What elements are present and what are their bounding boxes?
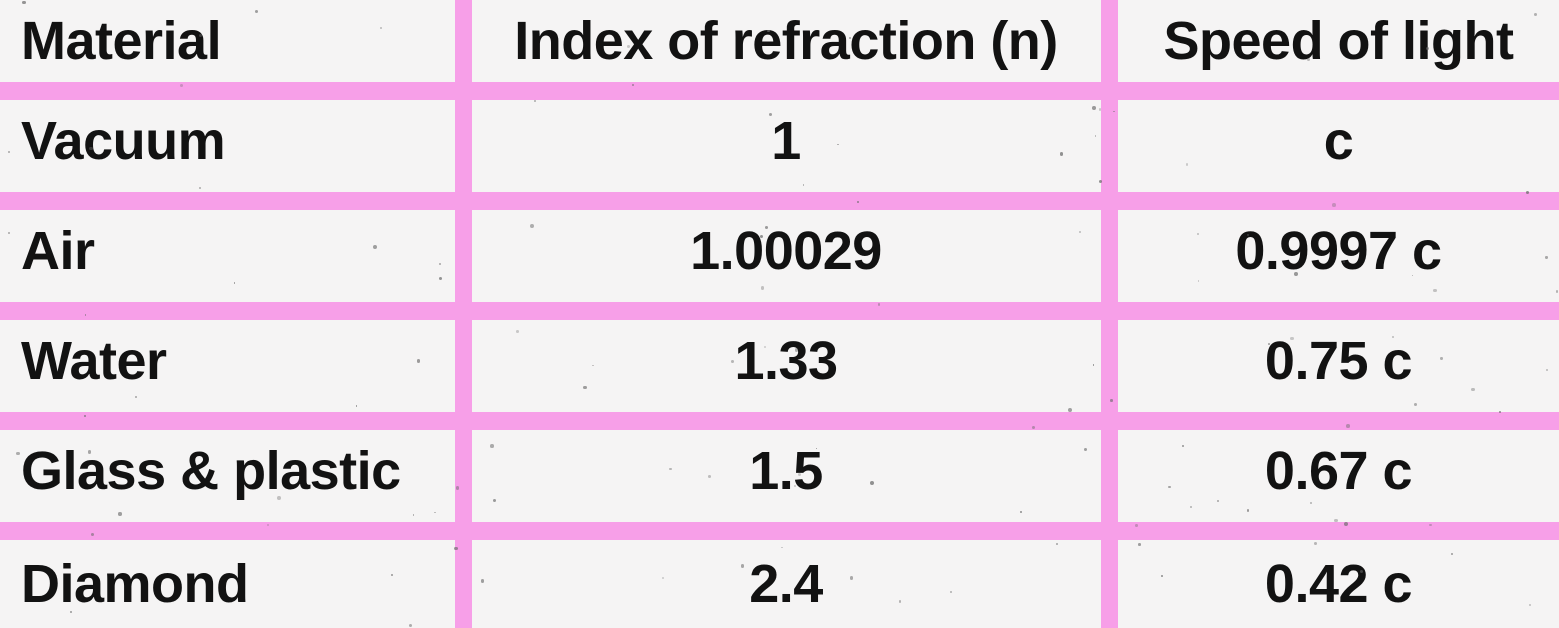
cell-index-of-refraction: 2.4 xyxy=(749,554,823,614)
cell-speed-of-light: 0.67 c xyxy=(1264,441,1413,501)
cell-material: Water xyxy=(21,331,167,391)
cell-speed-of-light: 0.9997 c xyxy=(1235,221,1442,281)
cell-material: Air xyxy=(21,221,95,281)
table-row: Vacuum 1 c xyxy=(0,100,1559,182)
table-header-row: Material Index of refraction (n) Speed o… xyxy=(0,0,1559,82)
row-divider xyxy=(0,82,1559,100)
table-row: Diamond 2.4 0.42 c xyxy=(0,540,1559,628)
cell-index-of-refraction: 1.00029 xyxy=(690,221,882,281)
cell-speed-of-light: c xyxy=(1323,111,1354,171)
table-row: Water 1.33 0.75 c xyxy=(0,320,1559,402)
cell-index-of-refraction: 1.5 xyxy=(749,441,823,501)
row-divider xyxy=(0,302,1559,320)
column-header-index-of-refraction: Index of refraction (n) xyxy=(514,11,1058,71)
row-divider xyxy=(0,522,1559,540)
row-divider xyxy=(0,192,1559,210)
table-row: Glass & plastic 1.5 0.67 c xyxy=(0,430,1559,512)
cell-speed-of-light: 0.42 c xyxy=(1264,554,1413,614)
cell-index-of-refraction: 1.33 xyxy=(734,331,838,391)
column-divider xyxy=(1101,0,1118,628)
cell-material: Glass & plastic xyxy=(21,441,401,501)
cell-index-of-refraction: 1 xyxy=(771,111,801,171)
column-header-speed-of-light: Speed of light xyxy=(1163,11,1515,71)
table-row: Air 1.00029 0.9997 c xyxy=(0,210,1559,292)
column-divider xyxy=(455,0,472,628)
cell-material: Diamond xyxy=(21,554,249,614)
cell-material: Vacuum xyxy=(21,111,226,171)
refraction-table: Material Index of refraction (n) Speed o… xyxy=(0,0,1559,628)
cell-speed-of-light: 0.75 c xyxy=(1264,331,1413,391)
row-divider xyxy=(0,412,1559,430)
column-header-material: Material xyxy=(21,11,222,71)
